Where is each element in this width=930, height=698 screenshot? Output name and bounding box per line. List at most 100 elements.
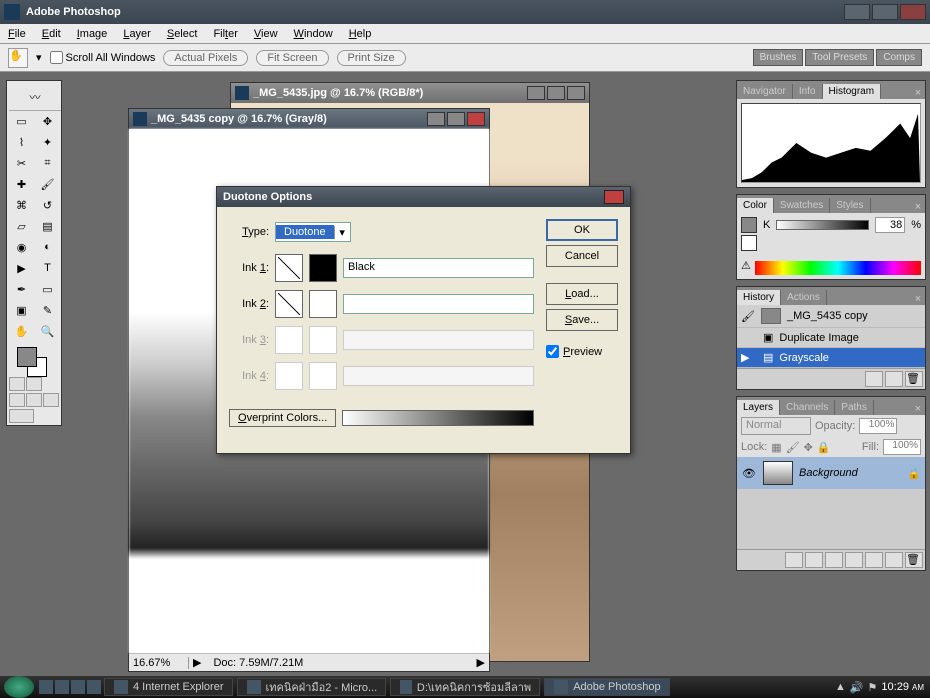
tab-histogram[interactable]: Histogram — [823, 84, 882, 99]
tab-layers[interactable]: Layers — [737, 400, 780, 415]
zoom-tool[interactable]: 🔍 — [35, 321, 60, 341]
type-dropdown[interactable]: Duotone ▾ — [275, 222, 351, 242]
history-brush-tool[interactable]: ↺ — [35, 195, 60, 215]
dialog-titlebar[interactable]: Duotone Options — [217, 187, 630, 207]
doc-front-maximize[interactable] — [447, 112, 465, 126]
panel-close-icon[interactable]: × — [911, 403, 925, 415]
hand-tool[interactable]: ✋ — [9, 321, 34, 341]
menu-select[interactable]: Select — [159, 28, 206, 40]
clock[interactable]: 10:29 AM — [881, 681, 924, 693]
marquee-tool[interactable]: ▭ — [9, 111, 34, 131]
ink-curve-button[interactable] — [275, 254, 303, 282]
brush-tool[interactable]: 🖌 — [35, 174, 60, 194]
layer-name[interactable]: Background — [799, 467, 858, 479]
taskbar-item[interactable]: 4 Internet Explorer — [104, 678, 233, 696]
standard-mode-button[interactable] — [9, 377, 25, 391]
slice-tool[interactable]: ⌗ — [35, 153, 60, 173]
doc-front-minimize[interactable] — [427, 112, 445, 126]
clone-stamp-tool[interactable]: ⌘ — [9, 195, 34, 215]
opacity-input[interactable]: 100% — [859, 418, 897, 434]
quicklaunch-icon[interactable] — [71, 680, 85, 694]
taskbar-item[interactable]: Adobe Photoshop — [544, 678, 669, 696]
new-layer-button[interactable] — [885, 552, 903, 568]
dodge-tool[interactable]: ◐ — [35, 237, 60, 257]
toolbox-drag-handle[interactable]: 〰 — [9, 83, 61, 111]
hand-tool-icon[interactable]: ✋ — [8, 48, 28, 68]
doc-front-close[interactable] — [467, 112, 485, 126]
quicklaunch-icon[interactable] — [39, 680, 53, 694]
group-button[interactable] — [865, 552, 883, 568]
tray-icon[interactable]: 🔊 — [850, 681, 864, 694]
tab-comps[interactable]: Comps — [876, 49, 922, 66]
history-item[interactable]: ▶ ▤ Grayscale — [737, 348, 925, 368]
ink-name-input[interactable] — [343, 294, 534, 314]
trash-button[interactable]: 🗑 — [905, 371, 923, 387]
preview-input[interactable] — [546, 345, 559, 358]
tab-navigator[interactable]: Navigator — [737, 84, 793, 99]
menu-window[interactable]: Window — [286, 28, 341, 40]
save-button[interactable]: Save... — [546, 309, 618, 331]
menu-edit[interactable]: Edit — [34, 28, 69, 40]
dialog-close-button[interactable] — [604, 190, 624, 204]
overprint-colors-button[interactable]: Overprint Colors... — [229, 409, 336, 427]
gradient-tool[interactable]: ▤ — [35, 216, 60, 236]
crop-tool[interactable]: ✂ — [9, 153, 34, 173]
panel-close-icon[interactable]: × — [911, 87, 925, 99]
load-button[interactable]: Load... — [546, 283, 618, 305]
new-doc-from-state-button[interactable] — [865, 371, 883, 387]
menu-file[interactable]: File — [0, 28, 34, 40]
history-item[interactable]: ▣ Duplicate Image — [737, 328, 925, 348]
doc-back-titlebar[interactable]: _MG_5435.jpg @ 16.7% (RGB/8*) — [231, 83, 589, 103]
tab-brushes[interactable]: Brushes — [753, 49, 804, 66]
tab-channels[interactable]: Channels — [780, 400, 835, 415]
panel-close-icon[interactable]: × — [911, 201, 925, 213]
tab-color[interactable]: Color — [737, 198, 774, 213]
tab-history[interactable]: History — [737, 290, 781, 305]
quicklaunch-icon[interactable] — [55, 680, 69, 694]
history-snapshot[interactable]: 🖌 _MG_5435 copy — [737, 305, 925, 328]
tab-tool-presets[interactable]: Tool Presets — [805, 49, 874, 66]
magic-wand-tool[interactable]: ✦ — [35, 132, 60, 152]
eraser-tool[interactable]: ▱ — [9, 216, 34, 236]
quicklaunch-icon[interactable] — [87, 680, 101, 694]
menu-layer[interactable]: Layer — [115, 28, 159, 40]
status-arrow-icon[interactable]: ▶ — [473, 656, 489, 669]
lock-paint-icon[interactable]: 🖌 — [786, 441, 800, 454]
lock-position-icon[interactable]: ✥ — [804, 441, 813, 454]
path-select-tool[interactable]: ▶ — [9, 258, 34, 278]
maximize-button[interactable] — [872, 4, 898, 20]
close-button[interactable] — [900, 4, 926, 20]
actual-pixels-button[interactable]: Actual Pixels — [163, 50, 248, 66]
move-tool[interactable]: ✥ — [35, 111, 60, 131]
status-arrow-icon[interactable]: ▶ — [189, 656, 205, 669]
cancel-button[interactable]: Cancel — [546, 245, 618, 267]
lock-all-icon[interactable]: 🔒 — [817, 441, 831, 454]
k-slider[interactable] — [776, 220, 869, 230]
panel-close-icon[interactable]: × — [911, 293, 925, 305]
doc-back-minimize[interactable] — [527, 86, 545, 100]
menu-help[interactable]: Help — [341, 28, 380, 40]
scroll-all-input[interactable] — [50, 51, 63, 64]
eyedropper-tool[interactable]: ✎ — [35, 300, 60, 320]
layer-thumbnail[interactable] — [763, 461, 793, 485]
layer-mask-button[interactable] — [825, 552, 843, 568]
zoom-field[interactable]: 16.67% — [129, 657, 189, 669]
healing-brush-tool[interactable]: ✚ — [9, 174, 34, 194]
ink-curve-button[interactable] — [275, 290, 303, 318]
tab-swatches[interactable]: Swatches — [774, 198, 830, 213]
new-snapshot-button[interactable] — [885, 371, 903, 387]
fit-screen-button[interactable]: Fit Screen — [256, 50, 328, 66]
link-layers-button[interactable] — [785, 552, 803, 568]
tab-paths[interactable]: Paths — [835, 400, 874, 415]
doc-back-close[interactable] — [567, 86, 585, 100]
bg-swatch-small[interactable] — [741, 235, 757, 251]
type-tool[interactable]: T — [35, 258, 60, 278]
minimize-button[interactable] — [844, 4, 870, 20]
taskbar-item[interactable]: เทคนิคฝ่ามือ2 - Micro... — [237, 678, 387, 696]
blend-mode-select[interactable]: Normal — [741, 417, 811, 435]
start-button[interactable] — [4, 676, 34, 698]
tray-icon[interactable]: ▲ — [835, 681, 846, 693]
ok-button[interactable]: OK — [546, 219, 618, 241]
quickmask-mode-button[interactable] — [26, 377, 42, 391]
taskbar-item[interactable]: D:\เทคนิคการซ้อมลีลาพ — [390, 678, 540, 696]
